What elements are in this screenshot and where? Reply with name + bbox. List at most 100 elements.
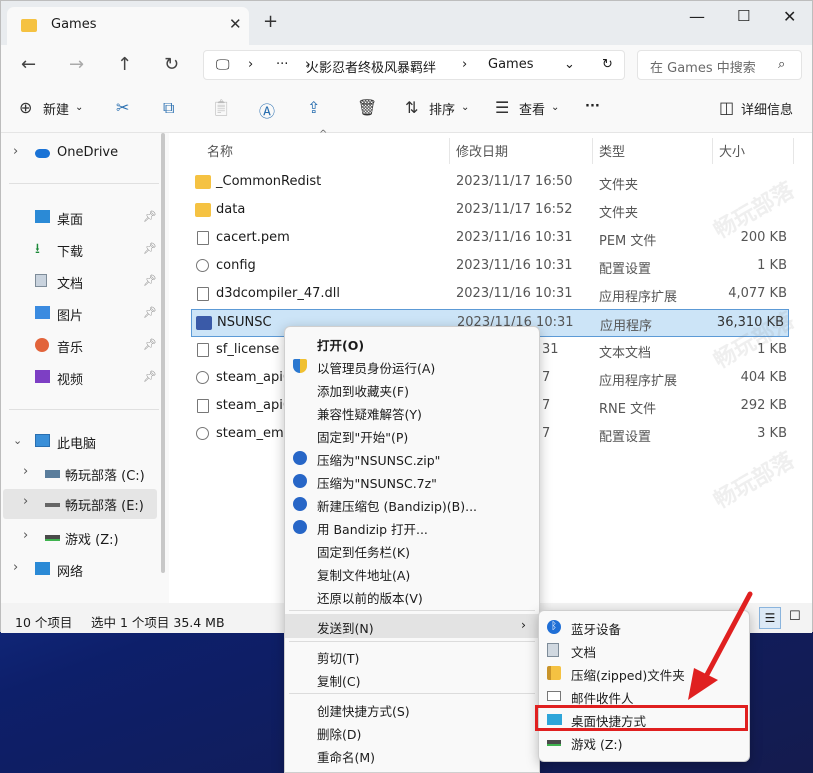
forward-arrow-icon[interactable]: →: [69, 54, 84, 75]
menu-item-compress-7z[interactable]: 压缩为"NSUNSC.7z": [285, 469, 539, 492]
menu-item-rename[interactable]: 重命名(M): [285, 743, 539, 766]
search-input[interactable]: 在 Games 中搜索 ⌕: [637, 50, 802, 80]
new-button[interactable]: 新建: [43, 99, 69, 118]
menu-item-compress-zip[interactable]: 压缩为"NSUNSC.zip": [285, 446, 539, 469]
sort-button[interactable]: 排序: [429, 99, 455, 118]
file-row[interactable]: cacert.pem 2023/11/16 10:31 PEM 文件 200 K…: [189, 225, 791, 253]
pin-icon[interactable]: 📌︎: [143, 306, 157, 319]
file-row[interactable]: data 2023/11/17 16:52 文件夹: [189, 197, 791, 225]
menu-item-compat-troubleshoot[interactable]: 兼容性疑难解答(Y): [285, 400, 539, 423]
sidebar-item-documents[interactable]: 文档 📌︎: [1, 267, 159, 297]
pin-icon[interactable]: 📌︎: [143, 242, 157, 255]
chevron-down-icon[interactable]: ⌄: [461, 102, 469, 113]
menu-item-new-archive[interactable]: 新建压缩包 (Bandizip)(B)...: [285, 492, 539, 515]
sidebar-item-onedrive[interactable]: › OneDrive: [1, 139, 159, 169]
chevron-down-icon[interactable]: ⌄: [551, 102, 559, 113]
menu-item-drive-z[interactable]: 游戏 (Z:): [539, 730, 749, 753]
menu-divider: [289, 693, 535, 694]
copy-icon[interactable]: ⧉: [163, 98, 174, 118]
sidebar-item-music[interactable]: 音乐 📌︎: [1, 331, 159, 361]
dll-file-icon: [196, 371, 209, 384]
column-divider[interactable]: [712, 138, 713, 164]
more-options-button[interactable]: ···: [585, 99, 600, 114]
maximize-icon[interactable]: ☐: [737, 7, 750, 25]
cut-icon[interactable]: ✂: [116, 98, 129, 117]
sidebar-item-desktop[interactable]: 桌面 📌︎: [1, 203, 159, 233]
menu-item-delete[interactable]: 删除(D): [285, 720, 539, 743]
column-header-modified[interactable]: 修改日期: [456, 141, 508, 160]
file-size: 200 KB: [740, 230, 787, 245]
sidebar-item-drive-c[interactable]: › 畅玩部落 (C:): [11, 459, 169, 489]
menu-item-open[interactable]: 打开(O): [285, 331, 539, 354]
file-name: NSUNSC: [217, 315, 272, 330]
chevron-right-icon[interactable]: ›: [23, 528, 28, 543]
menu-item-restore-versions[interactable]: 还原以前的版本(V): [285, 584, 539, 607]
menu-item-create-shortcut[interactable]: 创建快捷方式(S): [285, 697, 539, 720]
menu-item-open-bandizip[interactable]: 用 Bandizip 打开...: [285, 515, 539, 538]
file-modified: 2023/11/16 10:31: [456, 286, 573, 301]
column-header-size[interactable]: 大小: [719, 141, 745, 160]
close-tab-icon[interactable]: ✕: [229, 15, 242, 33]
details-view-icon[interactable]: ☰: [759, 607, 781, 629]
pin-icon[interactable]: 📌︎: [143, 338, 157, 351]
sidebar-item-this-pc[interactable]: ⌄ 此电脑: [1, 427, 159, 457]
delete-icon[interactable]: 🗑︎: [357, 98, 377, 117]
refresh-icon[interactable]: ↻: [602, 57, 613, 72]
file-row[interactable]: _CommonRedist 2023/11/17 16:50 文件夹: [189, 169, 791, 197]
chevron-right-icon[interactable]: ›: [13, 560, 18, 575]
breadcrumb-ellipsis[interactable]: ···: [276, 57, 288, 72]
tiles-view-icon[interactable]: ☐: [789, 609, 801, 624]
breadcrumb-item[interactable]: Games: [488, 57, 533, 72]
menu-divider: [289, 641, 535, 642]
file-type: 配置设置: [599, 262, 652, 277]
sidebar-item-drive-z[interactable]: › 游戏 (Z:): [11, 523, 169, 553]
view-button[interactable]: 查看: [519, 99, 545, 118]
pin-icon[interactable]: 📌︎: [143, 370, 157, 383]
column-header-type[interactable]: 类型: [599, 141, 625, 160]
share-icon[interactable]: ⇪: [307, 98, 320, 117]
menu-item-copy[interactable]: 复制(C): [285, 667, 539, 690]
menu-item-add-favorites[interactable]: 添加到收藏夹(F): [285, 377, 539, 400]
menu-item-send-to[interactable]: 发送到(N) ›: [285, 614, 539, 638]
chevron-right-icon[interactable]: ›: [23, 494, 28, 509]
menu-item-cut[interactable]: 剪切(T): [285, 644, 539, 667]
sidebar-item-downloads[interactable]: ⭳ 下载 📌︎: [1, 235, 159, 265]
column-header-name[interactable]: 名称: [207, 141, 233, 160]
breadcrumb-item[interactable]: 火影忍者终极风暴羁绊: [306, 57, 436, 76]
up-arrow-icon[interactable]: ↑: [117, 54, 132, 75]
sidebar-item-network[interactable]: › 网络: [1, 555, 159, 585]
folder-icon: [195, 175, 211, 189]
chevron-down-icon[interactable]: ⌄: [75, 102, 83, 113]
sidebar-item-pictures[interactable]: 图片 📌︎: [1, 299, 159, 329]
column-divider[interactable]: [793, 138, 794, 164]
menu-item-copy-path[interactable]: 复制文件地址(A): [285, 561, 539, 584]
rename-icon[interactable]: Ⓐ: [259, 98, 275, 122]
menu-item-pin-start[interactable]: 固定到"开始"(P): [285, 423, 539, 446]
minimize-icon[interactable]: —: [689, 7, 705, 26]
sidebar-item-drive-e[interactable]: › 畅玩部落 (E:): [3, 489, 157, 519]
address-bar[interactable]: 🖵 › ··· › 火影忍者终极风暴羁绊 › Games ⌄ ↻: [203, 50, 625, 80]
tab-games[interactable]: Games ✕: [7, 7, 249, 45]
sidebar-item-videos[interactable]: 视频 📌︎: [1, 363, 159, 393]
new-tab-button[interactable]: +: [263, 11, 278, 32]
back-arrow-icon[interactable]: ←: [21, 54, 36, 75]
chevron-right-icon[interactable]: ›: [13, 144, 18, 159]
close-window-icon[interactable]: ✕: [783, 7, 796, 26]
sidebar-scrollbar[interactable]: [161, 133, 165, 573]
paste-icon[interactable]: 📋︎: [211, 98, 231, 117]
details-button[interactable]: 详细信息: [741, 99, 793, 118]
chevron-down-icon[interactable]: ⌄: [13, 434, 22, 447]
file-row[interactable]: d3dcompiler_47.dll 2023/11/16 10:31 应用程序…: [189, 281, 791, 309]
chevron-right-icon[interactable]: ›: [23, 464, 28, 479]
menu-item-run-as-admin[interactable]: 以管理员身份运行(A): [285, 354, 539, 377]
column-divider[interactable]: [592, 138, 593, 164]
menu-item-pin-taskbar[interactable]: 固定到任务栏(K): [285, 538, 539, 561]
refresh-icon[interactable]: ↻: [164, 54, 179, 75]
file-type: 配置设置: [599, 430, 652, 445]
sidebar-item-label: 游戏 (Z:): [65, 533, 119, 548]
pin-icon[interactable]: 📌︎: [143, 274, 157, 287]
chevron-down-icon[interactable]: ⌄: [564, 57, 575, 72]
file-row[interactable]: config 2023/11/16 10:31 配置设置 1 KB: [189, 253, 791, 281]
column-divider[interactable]: [449, 138, 450, 164]
pin-icon[interactable]: 📌︎: [143, 210, 157, 223]
